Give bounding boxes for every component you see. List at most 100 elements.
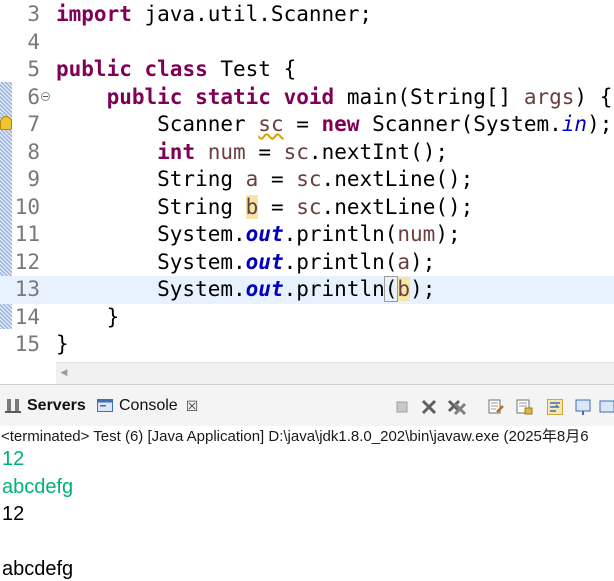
code-text[interactable]: public class Test {	[56, 56, 296, 84]
code-text[interactable]: String b = sc.nextLine();	[56, 194, 473, 222]
gutter-footer	[0, 362, 56, 384]
code-token: num	[207, 139, 246, 164]
code-token: }	[56, 332, 69, 356]
code-token: String	[56, 194, 246, 219]
code-token: sc	[283, 139, 309, 164]
scroll-left-icon[interactable]: ◀	[56, 363, 72, 384]
code-token: .println(	[283, 249, 398, 274]
code-token: =	[245, 139, 284, 164]
line-number: 5	[27, 57, 40, 81]
code-token: out	[245, 249, 284, 274]
code-token: void	[283, 84, 335, 109]
code-line[interactable]: 11 System.out.println(num);	[0, 221, 614, 249]
code-line[interactable]: 5 public class Test {	[0, 56, 614, 84]
line-number: 9	[27, 167, 40, 191]
code-token: );	[410, 249, 436, 274]
code-line[interactable]: 9 String a = sc.nextLine();	[0, 166, 614, 194]
tab-console[interactable]: Console ☒	[96, 394, 198, 418]
code-token: );	[410, 277, 436, 301]
code-text[interactable]: Scanner sc = new Scanner(System.in);	[56, 111, 612, 139]
console-line: 12	[2, 448, 25, 470]
tab-servers[interactable]: Servers	[4, 394, 86, 418]
console-line: 12	[2, 503, 25, 525]
code-token: new	[321, 112, 360, 136]
view-tab-bar: Servers Console ☒	[0, 384, 614, 426]
code-token: b	[245, 194, 259, 219]
code-token: import	[56, 2, 132, 26]
code-line[interactable]: 6 public static void main(String[] args)…	[0, 84, 614, 112]
code-token: java.util.Scanner;	[131, 2, 373, 26]
code-text[interactable]: public static void main(String[] args) {	[56, 84, 613, 112]
code-token: main(String[]	[334, 84, 524, 109]
code-text[interactable]: import java.util.Scanner;	[56, 1, 372, 29]
code-token: public	[106, 84, 183, 109]
tab-servers-label: Servers	[27, 397, 86, 414]
code-token: a	[245, 167, 259, 191]
code-editor[interactable]: 3 import java.util.Scanner; 4 5 public class…	[0, 0, 614, 362]
code-line[interactable]: 7 Scanner sc = new Scanner(System.in);	[0, 111, 614, 139]
display-selected-console-icon[interactable]	[598, 398, 614, 416]
scroll-lock-icon[interactable]	[515, 398, 533, 416]
console-line: abcdefg	[2, 558, 74, 580]
code-token: (	[383, 276, 399, 302]
code-text[interactable]: String a = sc.nextLine();	[56, 166, 473, 194]
code-token: .println	[283, 277, 385, 301]
code-line[interactable]: 10 String b = sc.nextLine();	[0, 194, 614, 222]
code-token: int	[157, 139, 196, 164]
line-number: 3	[27, 2, 40, 26]
code-text[interactable]: }	[56, 331, 69, 359]
pin-console-icon[interactable]	[574, 398, 592, 416]
code-text[interactable]: System.out.println(a);	[56, 249, 435, 277]
code-token: .nextInt();	[308, 139, 448, 164]
terminate-icon[interactable]	[393, 398, 411, 416]
code-line[interactable]: 4	[0, 29, 614, 57]
line-number: 14	[14, 304, 40, 329]
code-token: sc	[258, 112, 284, 136]
remove-all-terminated-icon[interactable]	[447, 398, 467, 416]
line-number: 13	[14, 277, 40, 301]
tab-console-label: Console	[119, 397, 178, 414]
code-line[interactable]: 12 System.out.println(a);	[0, 249, 614, 277]
line-number: 11	[14, 222, 40, 246]
line-number: 4	[27, 29, 40, 54]
code-token: ) {	[574, 84, 613, 109]
code-text[interactable]: System.out.println(b);	[56, 276, 435, 304]
code-text[interactable]: int num = sc.nextInt();	[56, 139, 448, 167]
clear-console-icon[interactable]	[487, 398, 505, 416]
code-token: );	[435, 222, 461, 246]
code-token: .nextLine();	[321, 167, 474, 191]
horizontal-scrollbar[interactable]: ◀	[56, 362, 614, 384]
code-line[interactable]: 14 }	[0, 304, 614, 332]
code-token: public	[56, 57, 132, 81]
code-token: String	[56, 167, 246, 191]
close-icon[interactable]: ☒	[186, 398, 199, 415]
console-output[interactable]: 12 abcdefg 12 abcdefg	[0, 448, 614, 580]
code-token: static	[195, 84, 271, 109]
code-text[interactable]: System.out.println(num);	[56, 221, 461, 249]
word-wrap-icon[interactable]	[546, 398, 564, 416]
code-line[interactable]: 13 System.out.println(b);	[0, 276, 614, 304]
code-token: Scanner	[56, 112, 259, 136]
code-token: sc	[296, 167, 322, 191]
console-line: abcdefg	[2, 475, 74, 498]
fold-toggle-icon[interactable]	[41, 91, 50, 101]
code-line[interactable]: 8 int num = sc.nextInt();	[0, 139, 614, 167]
code-token: Scanner(System.	[359, 112, 562, 136]
line-number: 6	[27, 84, 40, 109]
servers-icon	[4, 397, 22, 415]
code-text[interactable]: }	[56, 304, 120, 332]
code-line[interactable]: 15}	[0, 331, 614, 359]
code-token: .nextLine();	[321, 194, 474, 219]
remove-launch-icon[interactable]	[420, 398, 438, 416]
code-token: sc	[296, 194, 322, 219]
code-token: out	[245, 222, 284, 246]
code-line[interactable]: 3 import java.util.Scanner;	[0, 1, 614, 29]
code-token: =	[258, 194, 297, 219]
code-token: );	[587, 112, 613, 136]
code-token: class	[144, 57, 208, 81]
